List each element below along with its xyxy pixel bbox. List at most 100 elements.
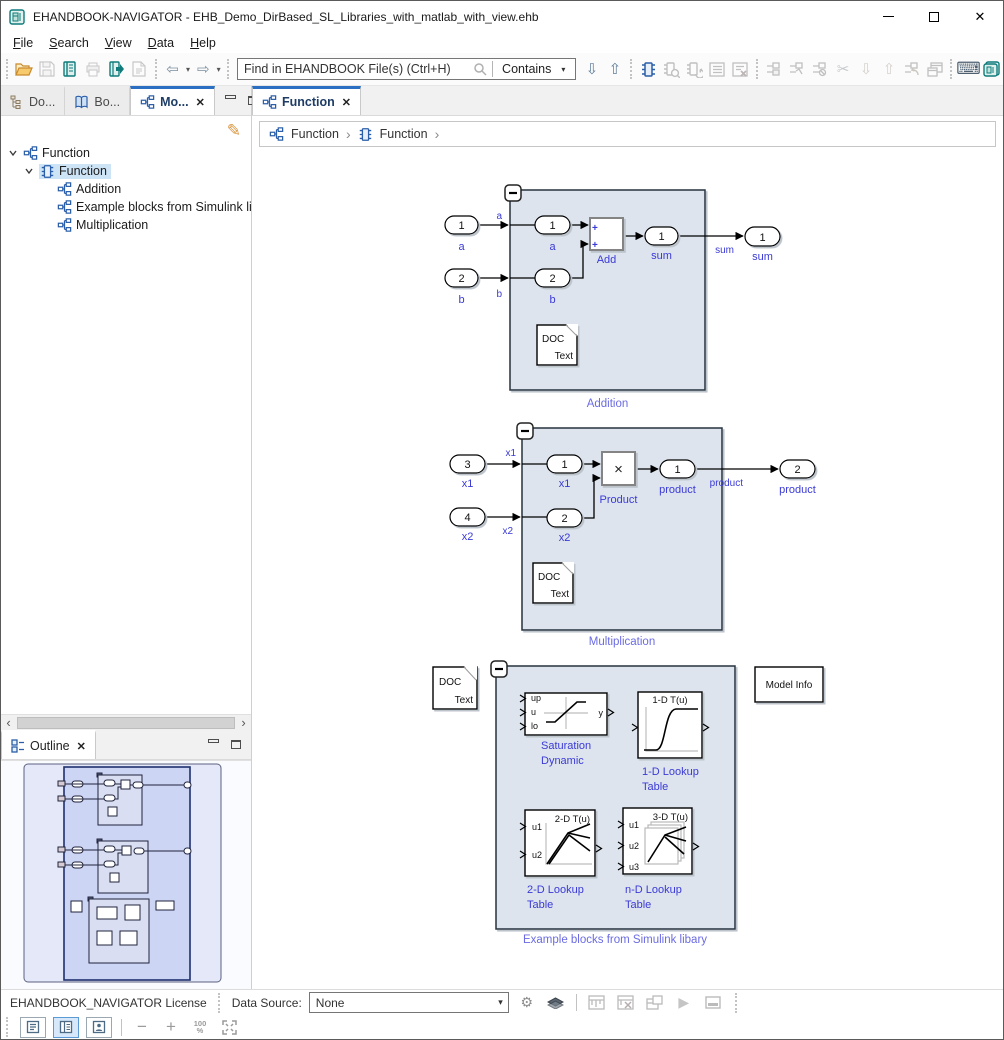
collapse-button[interactable]	[491, 661, 507, 677]
panel-maximize-icon[interactable]	[231, 740, 241, 749]
open-book-button[interactable]	[59, 57, 82, 81]
zoom-reset-button[interactable]: 100 %	[189, 1017, 211, 1037]
panel-minimize-icon[interactable]	[208, 739, 219, 743]
breadcrumb-item[interactable]: Function	[291, 127, 339, 141]
tree-item-addition[interactable]: Addition	[1, 180, 251, 198]
shortcuts-button[interactable]: ⌨	[957, 57, 980, 81]
list-view-button[interactable]	[706, 57, 729, 81]
example-blocks-diagram[interactable]: DOC Text up u lo y	[433, 661, 823, 946]
scroll-right-icon[interactable]: ›	[236, 716, 251, 730]
tab-books[interactable]: Bo...	[65, 86, 130, 115]
data-source-dropdown[interactable]: None ▾	[309, 992, 509, 1013]
tree-item-multiplication[interactable]: Multiplication	[1, 216, 251, 234]
export-ehb-button[interactable]	[105, 57, 128, 81]
scrollbar-thumb[interactable]	[17, 717, 235, 729]
data-source-stack-button[interactable]	[545, 993, 567, 1013]
about-button[interactable]	[980, 57, 1003, 81]
minimize-button[interactable]	[865, 1, 911, 32]
maximize-button[interactable]	[911, 1, 957, 32]
book-icon	[74, 95, 89, 109]
run-button[interactable]: ▶	[673, 993, 695, 1013]
import-button[interactable]: ⇩	[854, 57, 877, 81]
view-profile-button[interactable]	[86, 1017, 112, 1038]
document-view-icon	[26, 1020, 40, 1034]
menu-data[interactable]: Data	[140, 35, 182, 51]
find-next-button[interactable]: ⇩	[580, 57, 603, 81]
doc-text-block[interactable]: DOC Text	[537, 324, 578, 365]
tab-label: Outline	[30, 739, 70, 753]
panel-minimize-icon[interactable]	[225, 95, 236, 99]
print-icon	[85, 62, 101, 77]
collapse-button[interactable]	[517, 423, 533, 439]
annotate-text-button[interactable]	[785, 57, 808, 81]
tab-close-icon[interactable]: ✕	[196, 96, 205, 109]
collapse-button[interactable]	[505, 185, 521, 201]
lookup-table-1d-block[interactable]: 1-D T(u) 1-D Lookup Table	[632, 692, 709, 793]
menu-help[interactable]: Help	[182, 35, 224, 51]
view-split-button[interactable]	[53, 1017, 79, 1038]
tree-horizontal-scrollbar[interactable]: ‹ ›	[1, 714, 251, 730]
outline-minimap[interactable]	[1, 760, 251, 989]
copy-view-button[interactable]	[923, 57, 946, 81]
tree-item-function-child[interactable]: Function	[1, 162, 251, 180]
zoom-out-button[interactable]: −	[131, 1017, 153, 1037]
search-mode-dropdown[interactable]: Contains ▾	[495, 62, 575, 76]
annotate-pin-button[interactable]	[762, 57, 785, 81]
menu-file[interactable]: File	[5, 35, 41, 51]
tree-item-example-blocks[interactable]: Example blocks from Simulink lib	[1, 198, 251, 216]
doc-text-block[interactable]: DOC Text	[533, 562, 574, 603]
doc-text-block[interactable]: DOC Text	[433, 666, 477, 709]
scroll-left-icon[interactable]: ‹	[1, 716, 16, 730]
open-file-button[interactable]	[13, 57, 36, 81]
breadcrumb-item[interactable]: Function	[380, 127, 428, 141]
tab-close-icon[interactable]: ✕	[342, 96, 351, 109]
revert-button[interactable]	[900, 57, 923, 81]
calibration-remove-button[interactable]	[615, 993, 637, 1013]
save-button[interactable]	[36, 57, 59, 81]
model-canvas[interactable]: 1 a 2 b a b 1 a 2 b +	[252, 151, 1003, 989]
data-source-settings-button[interactable]: ⚙	[516, 993, 538, 1013]
tab-model[interactable]: Mo... ✕	[130, 86, 215, 115]
display-window-button[interactable]	[702, 993, 724, 1013]
forward-history-dropdown[interactable]: ▾	[215, 65, 223, 74]
zoom-in-button[interactable]: +	[160, 1017, 182, 1037]
addition-diagram[interactable]: 1 a 2 b a b 1 a 2 b +	[445, 185, 780, 410]
calibration-sync-button[interactable]	[644, 993, 666, 1013]
model-view-button[interactable]	[637, 57, 660, 81]
export-button[interactable]: ⇧	[877, 57, 900, 81]
svg-text:1: 1	[549, 220, 555, 232]
find-previous-button[interactable]: ⇧	[603, 57, 626, 81]
tab-function[interactable]: Function ✕	[252, 86, 361, 115]
calibration-window-button[interactable]	[586, 993, 608, 1013]
navigate-back-button[interactable]: ⇦	[161, 57, 184, 81]
model-info-block[interactable]: Model Info	[755, 667, 823, 702]
multiplication-diagram[interactable]: 3 x1 4 x2 x1 x2 1 x1 2 x2 ×	[450, 423, 816, 648]
tab-close-icon[interactable]: ✕	[77, 740, 86, 753]
search-input[interactable]	[238, 60, 470, 78]
chevron-expanded-icon[interactable]	[23, 166, 35, 176]
tab-documents[interactable]: Do...	[1, 86, 65, 115]
menu-search[interactable]: Search	[41, 35, 97, 51]
cut-button[interactable]: ✂	[831, 57, 854, 81]
back-history-dropdown[interactable]: ▾	[184, 65, 192, 74]
view-document-button[interactable]	[20, 1017, 46, 1038]
navigate-forward-button[interactable]: ⇨	[192, 57, 215, 81]
list-clear-button[interactable]	[729, 57, 752, 81]
menu-view[interactable]: View	[97, 35, 140, 51]
tab-outline[interactable]: Outline ✕	[1, 730, 96, 759]
print-button[interactable]	[82, 57, 105, 81]
person-view-icon	[92, 1020, 106, 1034]
close-button[interactable]: ✕	[957, 1, 1003, 32]
tree-item-function-root[interactable]: Function	[1, 144, 251, 162]
chevron-expanded-icon[interactable]	[7, 148, 19, 158]
model-search-button[interactable]	[660, 57, 683, 81]
zoom-fit-button[interactable]	[218, 1017, 240, 1037]
model-refresh-button[interactable]	[683, 57, 706, 81]
export-pdf-button[interactable]	[128, 57, 151, 81]
edit-pencil-icon[interactable]: ✎	[227, 121, 241, 141]
svg-text:Product: Product	[600, 494, 638, 506]
editor-tab-bar: Function ✕	[252, 86, 1003, 116]
block-pin-icon	[765, 61, 782, 77]
minimap-preview[interactable]	[1, 761, 249, 985]
annotate-remove-button[interactable]	[808, 57, 831, 81]
